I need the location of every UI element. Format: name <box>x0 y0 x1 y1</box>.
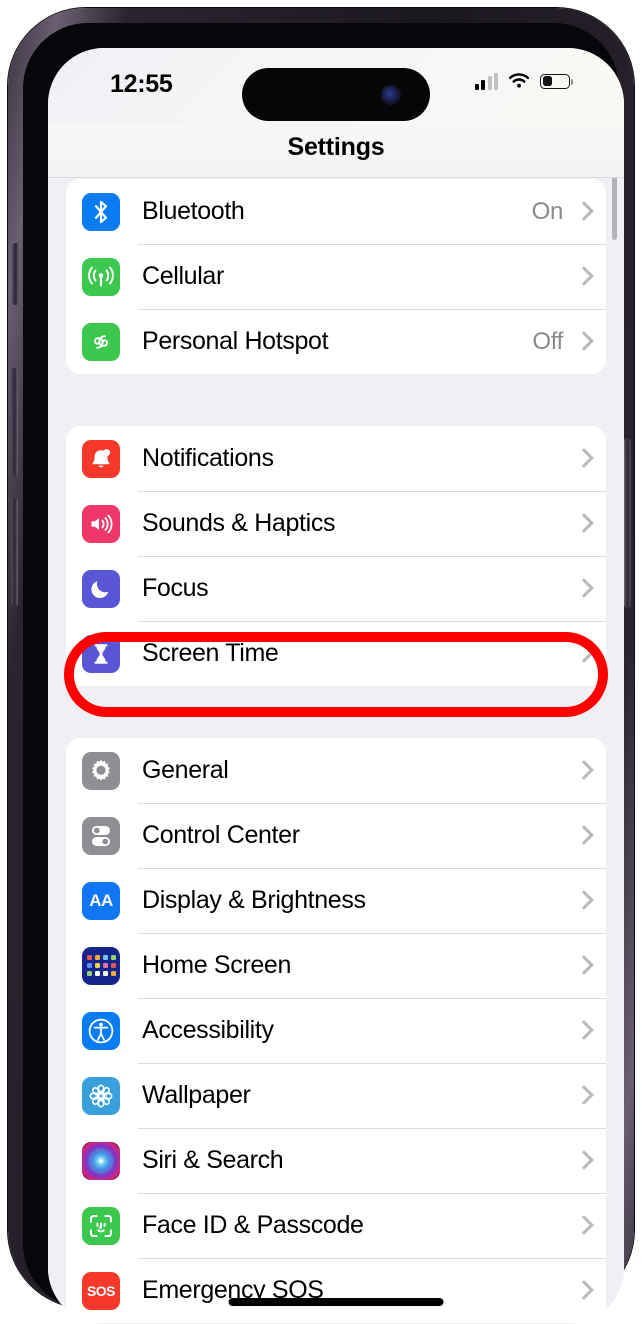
volume-down-button[interactable] <box>11 498 18 606</box>
settings-row-label: Wallpaper <box>142 1081 251 1109</box>
gear-icon <box>82 751 120 790</box>
bluetooth-icon <box>82 192 120 231</box>
settings-group-connectivity: Bluetooth On Cellular Personal Hotspot Off <box>66 179 606 374</box>
status-indicators <box>474 72 574 90</box>
phone-screen: 12:55 Settings Bluetooth On Cellular Per… <box>48 48 624 1324</box>
chevron-right-icon <box>577 956 588 975</box>
bell-icon <box>82 439 120 478</box>
chevron-right-icon <box>577 761 588 780</box>
siri-orb-icon <box>82 1141 120 1180</box>
accessibility-icon <box>82 1011 120 1050</box>
phone-frame: 12:55 Settings Bluetooth On Cellular Per… <box>8 8 634 1324</box>
phone-bezel: 12:55 Settings Bluetooth On Cellular Per… <box>23 23 624 1324</box>
settings-row-label: Personal Hotspot <box>142 327 329 355</box>
chevron-right-icon <box>577 1281 588 1300</box>
settings-row-label: General <box>142 756 229 784</box>
settings-row-label: Sounds & Haptics <box>142 509 336 537</box>
chevron-right-icon <box>577 1086 588 1105</box>
chevron-right-icon <box>577 514 588 533</box>
settings-row-label: Siri & Search <box>142 1146 284 1174</box>
power-button[interactable] <box>624 438 631 608</box>
settings-row-label: Home Screen <box>142 951 291 979</box>
settings-row-label: Notifications <box>142 444 274 472</box>
settings-group-system: General Control Center AA Display & Bright… <box>66 738 606 1323</box>
settings-list[interactable]: Bluetooth On Cellular Personal Hotspot Off … <box>48 179 624 1324</box>
chevron-right-icon <box>577 202 588 221</box>
settings-row-emergency-sos[interactable]: SOS Emergency SOS <box>66 1258 606 1323</box>
settings-row-siri-search[interactable]: Siri & Search <box>66 1128 606 1193</box>
app-grid-icon <box>82 946 120 985</box>
flower-icon <box>82 1076 120 1115</box>
settings-row-personal-hotspot[interactable]: Personal Hotspot Off <box>66 309 606 374</box>
chevron-right-icon <box>577 1216 588 1235</box>
settings-row-wallpaper[interactable]: Wallpaper <box>66 1063 606 1128</box>
settings-row-accessibility[interactable]: Accessibility <box>66 998 606 1063</box>
chevron-right-icon <box>577 891 588 910</box>
chevron-right-icon <box>577 579 588 598</box>
signal-bars-icon <box>474 72 498 90</box>
settings-row-face-id-passcode[interactable]: Face ID & Passcode <box>66 1193 606 1258</box>
settings-row-label: Control Center <box>142 821 300 849</box>
settings-row-label: Bluetooth <box>142 197 245 225</box>
aa-text-icon: AA <box>82 881 120 920</box>
nav-bar: Settings <box>48 124 624 178</box>
wifi-icon <box>508 73 530 88</box>
moon-icon <box>82 569 120 608</box>
settings-row-label: Display & Brightness <box>142 886 366 914</box>
chevron-right-icon <box>577 1151 588 1170</box>
settings-groups: Bluetooth On Cellular Personal Hotspot Off … <box>48 179 624 1323</box>
settings-row-sounds-haptics[interactable]: Sounds & Haptics <box>66 491 606 556</box>
settings-row-label: Screen Time <box>142 639 279 667</box>
settings-row-label: Accessibility <box>142 1016 274 1044</box>
face-id-icon <box>82 1206 120 1245</box>
chevron-right-icon <box>577 449 588 468</box>
settings-row-control-center[interactable]: Control Center <box>66 803 606 868</box>
chevron-right-icon <box>577 1021 588 1040</box>
settings-row-label: Focus <box>142 574 209 602</box>
battery-fill <box>542 76 552 86</box>
settings-row-label: Face ID & Passcode <box>142 1211 364 1239</box>
status-time: 12:55 <box>110 70 173 98</box>
chevron-right-icon <box>577 267 588 286</box>
home-indicator[interactable] <box>228 1298 444 1306</box>
battery-icon <box>540 73 574 89</box>
settings-row-label: Cellular <box>142 262 224 290</box>
chevron-right-icon <box>577 332 588 351</box>
settings-row-focus[interactable]: Focus <box>66 556 606 621</box>
settings-row-cellular[interactable]: Cellular <box>66 244 606 309</box>
action-button[interactable] <box>12 243 19 305</box>
cellular-icon <box>82 257 120 296</box>
settings-row-general[interactable]: General <box>66 738 606 803</box>
front-camera-icon <box>381 84 401 105</box>
hourglass-icon <box>82 634 120 673</box>
settings-group-alerts: Notifications Sounds & Haptics Focus Scre… <box>66 426 606 686</box>
toggles-icon <box>82 816 120 855</box>
chevron-right-icon <box>577 644 588 663</box>
volume-up-button[interactable] <box>11 368 18 476</box>
settings-row-value: Off <box>532 327 563 355</box>
hotspot-icon <box>82 322 120 361</box>
page-title: Settings <box>287 133 385 161</box>
settings-row-notifications[interactable]: Notifications <box>66 426 606 491</box>
status-bar: 12:55 <box>48 48 624 124</box>
chevron-right-icon <box>577 826 588 845</box>
settings-row-value: On <box>531 197 564 225</box>
settings-row-bluetooth[interactable]: Bluetooth On <box>66 179 606 244</box>
settings-row-home-screen[interactable]: Home Screen <box>66 933 606 998</box>
settings-row-screen-time[interactable]: Screen Time <box>66 621 606 686</box>
dynamic-island <box>242 68 430 121</box>
speaker-icon <box>82 504 120 543</box>
settings-row-display-brightness[interactable]: AA Display & Brightness <box>66 868 606 933</box>
sos-icon: SOS <box>82 1271 120 1310</box>
